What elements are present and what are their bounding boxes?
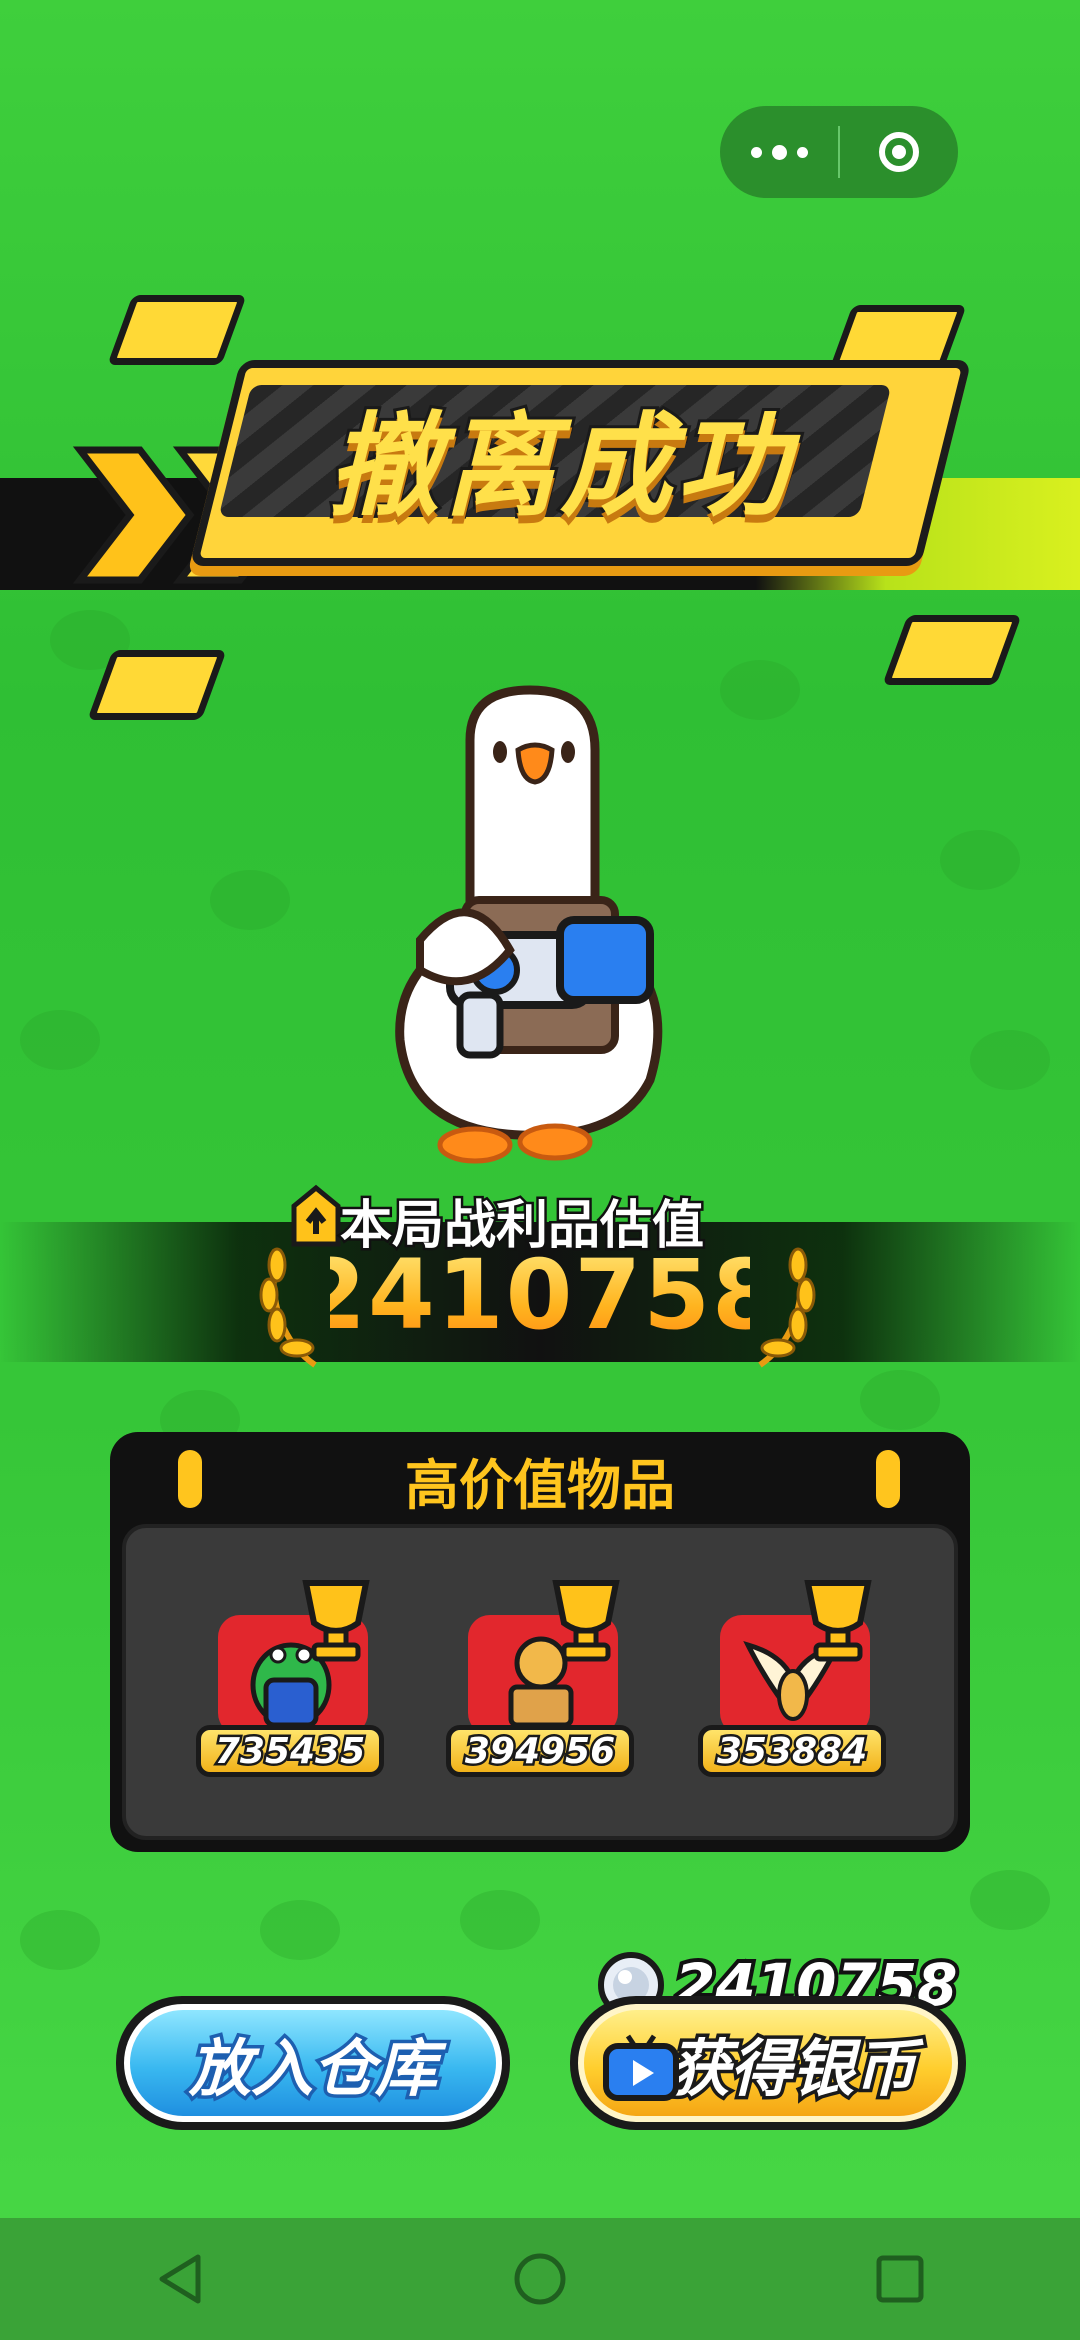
high-value-item[interactable]: 735435 [196, 1575, 396, 1785]
loot-value-number: 2410758 [299, 1239, 781, 1351]
item-value-tag: 394956 [446, 1725, 634, 1777]
more-dots-icon[interactable] [720, 106, 838, 198]
trophy-icon [552, 1580, 620, 1662]
put-in-warehouse-label: 放入仓库 [124, 2004, 502, 2122]
system-navigation-bar [0, 2218, 1080, 2340]
put-in-warehouse-button[interactable]: 放入仓库 [116, 1996, 510, 2130]
high-value-item[interactable]: 394956 [446, 1575, 646, 1785]
video-ad-icon [603, 2034, 679, 2101]
yellow-parallelogram-deco [107, 295, 247, 365]
item-value-tag: 735435 [196, 1725, 384, 1777]
laurel-right-icon [758, 1247, 816, 1368]
back-triangle-icon[interactable] [120, 2218, 240, 2340]
trophy-icon [804, 1580, 872, 1662]
goose-character [395, 685, 663, 1164]
extraction-success-title: 撤离成功 [325, 399, 792, 535]
target-circle-icon[interactable] [840, 106, 958, 198]
home-circle-icon[interactable] [480, 2218, 600, 2340]
high-value-item[interactable]: 353884 [698, 1575, 898, 1785]
miniprogram-capsule [720, 106, 958, 198]
recent-square-icon[interactable] [840, 2218, 960, 2340]
high-value-title: 高价值物品 [405, 1453, 675, 1517]
item-value-tag: 353884 [698, 1725, 886, 1777]
yellow-parallelogram-deco [87, 650, 227, 720]
yellow-parallelogram-deco [882, 615, 1022, 685]
trophy-icon [302, 1580, 370, 1662]
